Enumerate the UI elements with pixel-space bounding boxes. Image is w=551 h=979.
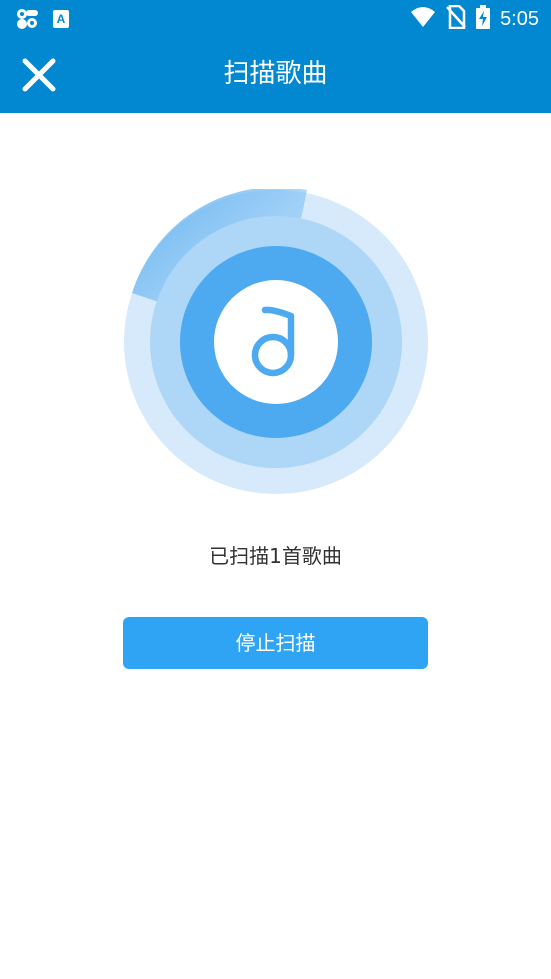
status-bar-right: 5:05 [410, 4, 539, 33]
status-bar-left: A [16, 8, 70, 34]
wifi-icon [410, 6, 436, 32]
status-bar: A 5:05 [0, 0, 551, 36]
center-disc [214, 280, 338, 404]
app-notification-icon [16, 8, 40, 34]
translate-a-icon: A [52, 9, 70, 33]
svg-text:A: A [57, 12, 66, 26]
page-title: 扫描歌曲 [223, 59, 328, 89]
no-sim-icon [446, 4, 466, 33]
battery-charging-icon [476, 5, 491, 33]
scan-progress-graphic [123, 186, 429, 495]
app-bar: 扫描歌曲 [0, 36, 551, 113]
status-time: 5:05 [500, 8, 539, 30]
stop-scan-button[interactable]: 停止扫描 [123, 617, 428, 669]
scan-status-text: 已扫描1首歌曲 [209, 544, 342, 568]
